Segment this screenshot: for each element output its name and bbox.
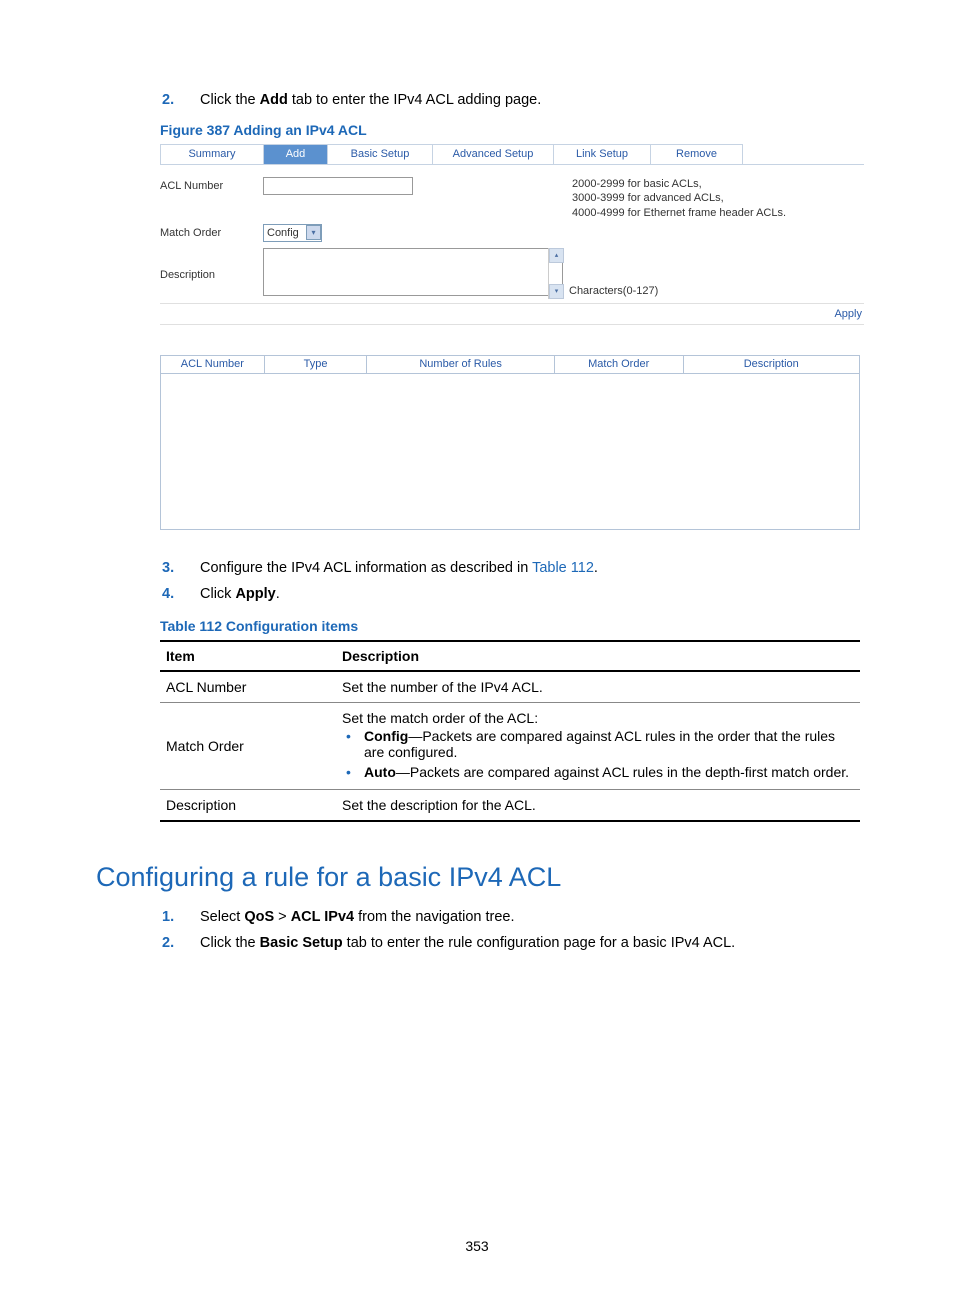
col-rules: Number of Rules xyxy=(367,356,554,373)
tab-link-setup[interactable]: Link Setup xyxy=(553,144,650,164)
step-number: 1. xyxy=(162,909,200,925)
table-row: Description Set the description for the … xyxy=(160,789,860,821)
th-item: Item xyxy=(160,641,336,671)
step-2: 2. Click the Add tab to enter the IPv4 A… xyxy=(162,92,864,108)
scroll-down-icon: ▾ xyxy=(549,284,564,299)
acl-number-help: 2000-2999 for basic ACLs, 3000-3999 for … xyxy=(572,177,786,220)
step-number: 4. xyxy=(162,586,200,602)
tab-basic-setup[interactable]: Basic Setup xyxy=(327,144,432,164)
bullet-icon: • xyxy=(342,728,364,760)
step-text: Select QoS > ACL IPv4 from the navigatio… xyxy=(200,909,515,925)
acl-number-input[interactable] xyxy=(263,177,413,195)
figure-form: ACL Number 2000-2999 for basic ACLs, 300… xyxy=(160,165,864,325)
step-number: 2. xyxy=(162,935,200,951)
figure-387-caption: Figure 387 Adding an IPv4 ACL xyxy=(160,122,864,138)
match-order-select[interactable]: Config ▾ xyxy=(263,224,322,242)
tab-summary[interactable]: Summary xyxy=(160,144,263,164)
description-textarea[interactable] xyxy=(263,248,563,296)
cell-desc: Set the description for the ACL. xyxy=(336,789,860,821)
page-number: 353 xyxy=(0,1238,954,1254)
chevron-down-icon: ▾ xyxy=(306,225,321,240)
table-112-caption: Table 112 Configuration items xyxy=(160,618,864,634)
step-3: 3. Configure the IPv4 ACL information as… xyxy=(162,560,864,576)
step-number: 3. xyxy=(162,560,200,576)
cell-item: ACL Number xyxy=(160,671,336,703)
step-2b: 2. Click the Basic Setup tab to enter th… xyxy=(162,935,864,951)
figure-tabs: Summary Add Basic Setup Advanced Setup L… xyxy=(160,144,864,165)
figure-387: Summary Add Basic Setup Advanced Setup L… xyxy=(160,144,864,530)
apply-button[interactable]: Apply xyxy=(834,308,862,320)
scrollbar[interactable]: ▴ ▾ xyxy=(548,248,563,299)
scroll-up-icon: ▴ xyxy=(549,248,564,263)
col-acl-number: ACL Number xyxy=(161,356,265,373)
cell-item: Match Order xyxy=(160,702,336,789)
table-112: Item Description ACL Number Set the numb… xyxy=(160,640,860,822)
tab-remove[interactable]: Remove xyxy=(650,144,743,164)
match-order-label: Match Order xyxy=(160,224,263,239)
table-row: ACL Number Set the number of the IPv4 AC… xyxy=(160,671,860,703)
section-heading-configuring-rule: Configuring a rule for a basic IPv4 ACL xyxy=(96,862,864,893)
step-1: 1. Select QoS > ACL IPv4 from the naviga… xyxy=(162,909,864,925)
tab-add[interactable]: Add xyxy=(263,144,327,164)
cell-desc: Set the number of the IPv4 ACL. xyxy=(336,671,860,703)
step-text: Click Apply. xyxy=(200,586,280,602)
cell-desc: Set the match order of the ACL: •Config—… xyxy=(336,702,860,789)
col-match-order: Match Order xyxy=(555,356,684,373)
step-number: 2. xyxy=(162,92,200,108)
th-description: Description xyxy=(336,641,860,671)
step-text: Click the Add tab to enter the IPv4 ACL … xyxy=(200,92,541,108)
col-type: Type xyxy=(265,356,368,373)
step-text: Configure the IPv4 ACL information as de… xyxy=(200,560,598,576)
acl-list-table: ACL Number Type Number of Rules Match Or… xyxy=(160,355,860,530)
acl-number-label: ACL Number xyxy=(160,177,263,192)
bullet-icon: • xyxy=(342,764,364,780)
col-description: Description xyxy=(684,356,860,373)
description-label: Description xyxy=(160,266,263,281)
step-4: 4. Click Apply. xyxy=(162,586,864,602)
cell-item: Description xyxy=(160,789,336,821)
step-text: Click the Basic Setup tab to enter the r… xyxy=(200,935,735,951)
table-112-link[interactable]: Table 112 xyxy=(532,560,594,576)
description-char-hint: Characters(0-127) xyxy=(563,285,658,299)
table-row: Match Order Set the match order of the A… xyxy=(160,702,860,789)
tab-advanced-setup[interactable]: Advanced Setup xyxy=(432,144,553,164)
